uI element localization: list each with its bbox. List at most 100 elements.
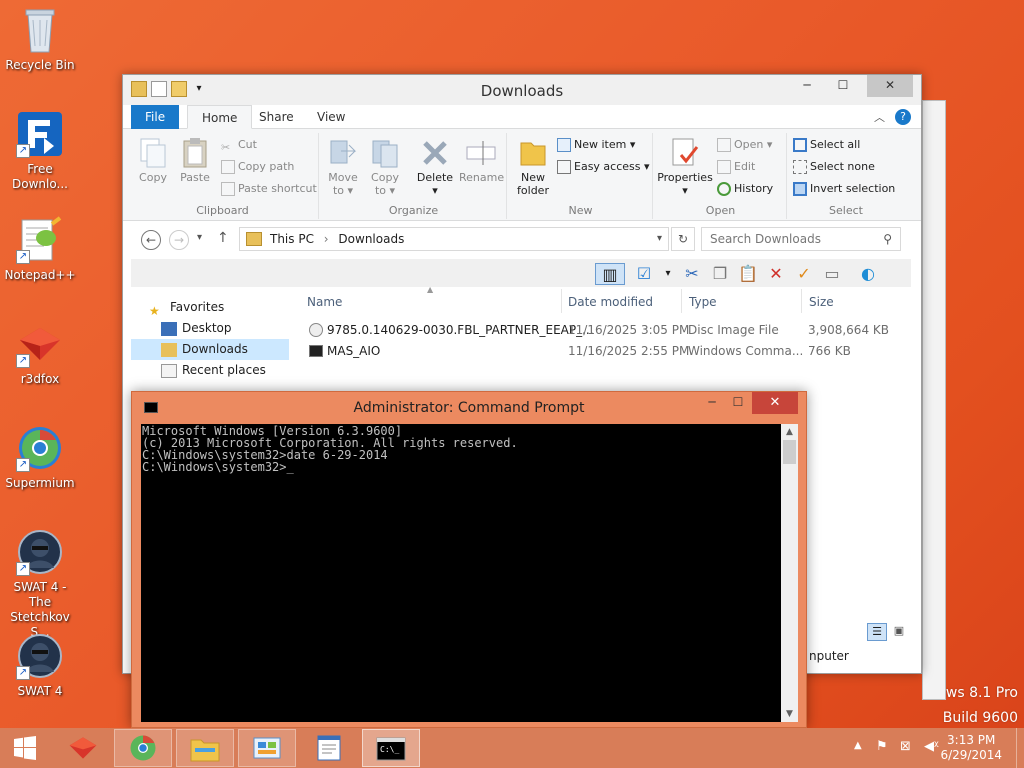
- paste-shortcut-button[interactable]: Paste shortcut: [221, 179, 317, 199]
- desktop-icon-recycle-bin[interactable]: Recycle Bin: [2, 6, 78, 73]
- preview-pane-icon[interactable]: ▥: [595, 263, 625, 285]
- downloads-folder-icon: [161, 342, 177, 357]
- desktop-icon-notepadpp[interactable]: ↗ Notepad++: [2, 216, 78, 283]
- nav-desktop[interactable]: Desktop: [131, 318, 289, 339]
- properties-button[interactable]: Properties ▾: [657, 135, 713, 197]
- search-input[interactable]: Search Downloads ⚲: [701, 227, 901, 251]
- select-none-button[interactable]: Select none: [793, 157, 875, 177]
- delete-icon: [419, 137, 451, 169]
- scroll-up-icon[interactable]: ▲: [781, 424, 798, 440]
- copy-path-button[interactable]: Copy path: [221, 157, 294, 177]
- swat4-icon: ↗: [16, 632, 64, 680]
- supermium-icon: ↗: [16, 424, 64, 472]
- edit-button[interactable]: Edit: [717, 157, 755, 177]
- up-button[interactable]: ↑: [217, 230, 229, 246]
- desktop-icon-free-downloader[interactable]: ↗ Free Downlo...: [2, 110, 78, 192]
- start-button[interactable]: [0, 729, 50, 767]
- copy-path-icon: [221, 160, 235, 174]
- column-header-date[interactable]: Date modified: [568, 295, 653, 309]
- collapse-ribbon-icon[interactable]: ︿: [874, 109, 885, 125]
- scroll-down-icon[interactable]: ▼: [781, 706, 798, 722]
- tab-file[interactable]: File: [131, 105, 180, 129]
- taskbar-clock[interactable]: 3:13 PM 6/29/2014: [940, 733, 1002, 763]
- easy-access-button[interactable]: Easy access ▾: [557, 157, 650, 177]
- file-explorer-icon: [190, 739, 220, 762]
- address-bar[interactable]: This PC › Downloads ▾: [239, 227, 669, 251]
- desktop-icon-r3dfox[interactable]: ↗ r3dfox: [2, 320, 78, 387]
- refresh-button[interactable]: ↻: [671, 227, 695, 251]
- table-row[interactable]: 9785.0.140629-0030.FBL_PARTNER_EEAP_... …: [307, 321, 907, 341]
- nav-recent-places[interactable]: Recent places: [131, 360, 289, 381]
- close-button[interactable]: ✕: [867, 75, 913, 97]
- console-line: C:\Windows\system32>_: [142, 460, 294, 474]
- show-desktop-button[interactable]: [1016, 728, 1024, 768]
- nav-favorites[interactable]: ★ Favorites: [149, 297, 307, 318]
- shell-icon[interactable]: ◐: [857, 263, 879, 285]
- recent-locations-icon[interactable]: ▾: [197, 232, 202, 243]
- column-header-name[interactable]: Name: [307, 295, 342, 309]
- taskbar-file-explorer[interactable]: [176, 729, 234, 767]
- open-button[interactable]: Open ▾: [717, 135, 772, 155]
- rename-icon[interactable]: ▭: [821, 263, 843, 285]
- maximize-button[interactable]: ☐: [829, 75, 857, 97]
- details-view-button[interactable]: ☰: [867, 623, 887, 641]
- breadcrumb-downloads[interactable]: Downloads: [338, 232, 404, 246]
- explorer-titlebar[interactable]: ▾ Downloads ─ ☐ ✕: [123, 75, 921, 105]
- taskbar-supermium[interactable]: [114, 729, 172, 767]
- cut-icon[interactable]: ✂: [681, 263, 703, 285]
- copy-icon[interactable]: ❐: [709, 263, 731, 285]
- rename-button[interactable]: Rename: [459, 135, 504, 184]
- scroll-thumb[interactable]: [783, 440, 796, 464]
- delete-icon[interactable]: ✕: [765, 263, 787, 285]
- delete-button[interactable]: Delete ▾: [413, 135, 457, 197]
- cmd-scrollbar[interactable]: ▲ ▼: [781, 424, 798, 722]
- breadcrumb-this-pc[interactable]: This PC: [270, 232, 314, 246]
- large-icons-view-button[interactable]: ▣: [889, 623, 909, 641]
- action-center-flag-icon[interactable]: ⚑: [876, 739, 888, 754]
- dropdown-icon[interactable]: ▾: [657, 263, 679, 285]
- network-icon[interactable]: ⊠: [900, 739, 911, 754]
- move-to-button[interactable]: Move to ▾: [323, 135, 363, 197]
- copy-button[interactable]: Copy: [133, 135, 173, 184]
- taskbar-r3dfox[interactable]: [54, 729, 112, 767]
- column-header-type[interactable]: Type: [689, 295, 717, 309]
- show-hidden-icons-icon[interactable]: ▲: [854, 740, 862, 751]
- desktop-icon-swat4[interactable]: ↗ SWAT 4: [2, 632, 78, 699]
- forward-button[interactable]: →: [169, 230, 189, 250]
- copy-to-button[interactable]: Copy to ▾: [365, 135, 405, 197]
- checkmark-icon[interactable]: ✓: [793, 263, 815, 285]
- paste-icon[interactable]: 📋: [737, 263, 759, 285]
- desktop-icon-label: Supermium: [5, 476, 75, 490]
- new-item-button[interactable]: New item ▾: [557, 135, 635, 155]
- taskbar-control-panel[interactable]: [238, 729, 296, 767]
- cmd-close-button[interactable]: ✕: [752, 392, 798, 414]
- tab-share[interactable]: Share: [245, 105, 308, 129]
- taskbar-notepad[interactable]: [300, 729, 358, 767]
- tab-home[interactable]: Home: [187, 105, 253, 129]
- column-header-size[interactable]: Size: [809, 295, 834, 309]
- cmd-titlebar[interactable]: Administrator: Command Prompt ─ ☐ ✕: [132, 392, 806, 422]
- table-row[interactable]: MAS_AIO 11/16/2025 2:55 PM Windows Comma…: [307, 342, 907, 362]
- volume-icon[interactable]: ◀ᵡ: [924, 739, 939, 754]
- invert-selection-button[interactable]: Invert selection: [793, 179, 895, 199]
- file-name: 9785.0.140629-0030.FBL_PARTNER_EEAP_...: [327, 323, 594, 337]
- minimize-button[interactable]: ─: [793, 75, 821, 97]
- cmd-icon: C:\_: [376, 737, 406, 761]
- nav-downloads[interactable]: Downloads: [131, 339, 289, 360]
- address-dropdown-icon[interactable]: ▾: [657, 228, 662, 250]
- tab-view[interactable]: View: [303, 105, 359, 129]
- desktop-icon-swat4-stetchkov[interactable]: ↗ SWAT 4 - The Stetchkov S...: [2, 528, 78, 640]
- select-all-button[interactable]: Select all: [793, 135, 860, 155]
- paste-button[interactable]: Paste: [175, 135, 215, 184]
- desktop-icon-supermium[interactable]: ↗ Supermium: [2, 424, 78, 491]
- check-folder-icon[interactable]: ☑: [633, 263, 655, 285]
- history-button[interactable]: History: [717, 179, 773, 199]
- cmd-minimize-button[interactable]: ─: [698, 392, 726, 414]
- cmd-maximize-button[interactable]: ☐: [724, 392, 752, 414]
- cut-button[interactable]: ✂ Cut: [221, 135, 257, 155]
- help-icon[interactable]: ?: [895, 109, 911, 125]
- back-button[interactable]: ←: [141, 230, 161, 250]
- new-folder-button[interactable]: New folder: [513, 135, 553, 197]
- taskbar-cmd[interactable]: C:\_: [362, 729, 420, 767]
- console-output[interactable]: Microsoft Windows [Version 6.3.9600] (c) …: [141, 424, 781, 722]
